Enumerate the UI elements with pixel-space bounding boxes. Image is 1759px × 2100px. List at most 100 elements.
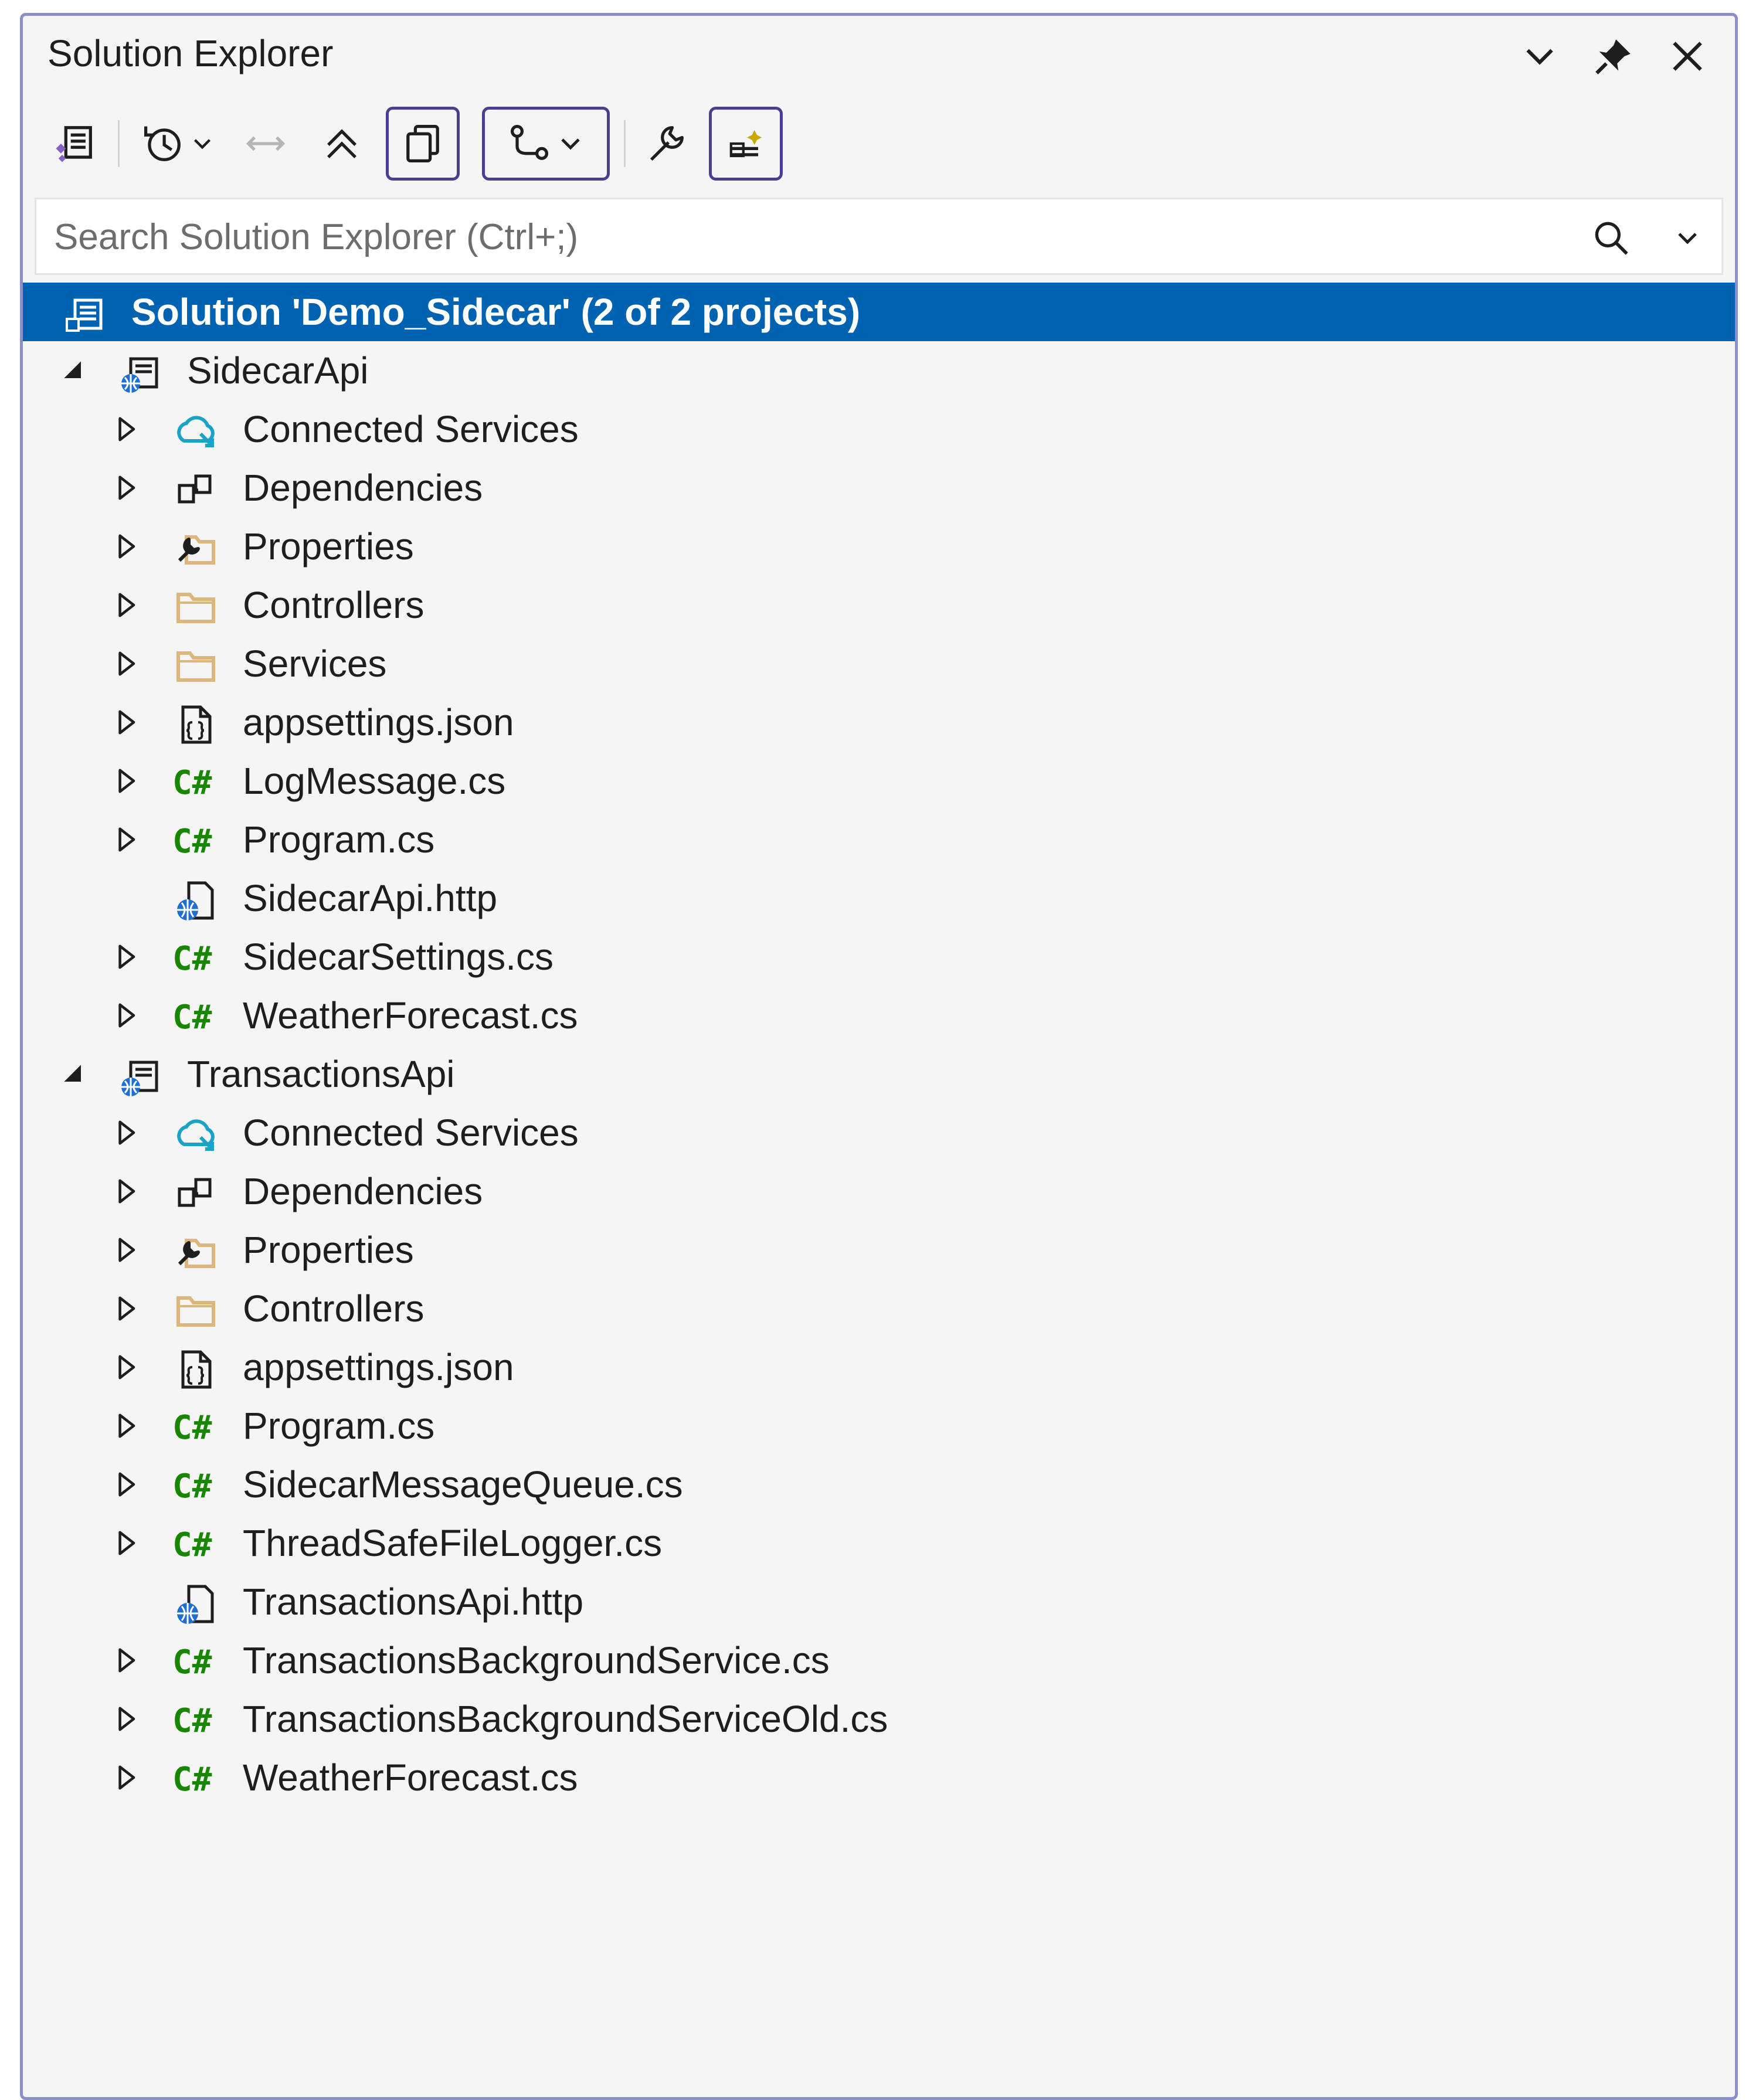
collapsed-triangle-icon[interactable] bbox=[111, 1704, 141, 1734]
collapsed-triangle-icon[interactable] bbox=[111, 1528, 141, 1558]
search-options-chevron-icon[interactable] bbox=[1671, 222, 1704, 257]
tree-item[interactable]: SidecarApi.http bbox=[23, 869, 1735, 927]
collapsed-triangle-icon[interactable] bbox=[111, 1235, 141, 1265]
tree-item[interactable]: appsettings.json bbox=[23, 1338, 1735, 1396]
collapsed-triangle-icon[interactable] bbox=[111, 1000, 141, 1031]
tree-item[interactable]: Properties bbox=[23, 1221, 1735, 1279]
properties-wrench-icon[interactable] bbox=[634, 107, 698, 181]
tree-item-label: appsettings.json bbox=[243, 1346, 514, 1388]
tree-item[interactable]: Controllers bbox=[23, 1279, 1735, 1338]
csharp-icon: C# bbox=[172, 764, 212, 802]
collapsed-triangle-icon[interactable] bbox=[111, 473, 141, 503]
expanded-triangle-icon[interactable] bbox=[58, 355, 89, 386]
collapsed-triangle-icon[interactable] bbox=[111, 590, 141, 620]
tree-item-label: Properties bbox=[243, 525, 414, 568]
collapsed-triangle-icon[interactable] bbox=[111, 942, 141, 972]
tree-item-label: Dependencies bbox=[243, 467, 483, 509]
tree-item[interactable]: Connected Services bbox=[23, 400, 1735, 458]
git-branch-filter-icon[interactable] bbox=[482, 107, 610, 181]
expanded-triangle-icon[interactable] bbox=[58, 1059, 89, 1089]
tree-item-label: SidecarMessageQueue.cs bbox=[243, 1463, 683, 1506]
project-node[interactable]: TransactionsApi bbox=[23, 1045, 1735, 1103]
csharp-icon: C# bbox=[172, 1467, 212, 1506]
tree-item[interactable]: Properties bbox=[23, 517, 1735, 576]
csharp-icon: C# bbox=[172, 823, 212, 861]
collapsed-triangle-icon[interactable] bbox=[111, 1352, 141, 1382]
collapsed-triangle-icon[interactable] bbox=[111, 1293, 141, 1324]
folder-icon bbox=[172, 643, 219, 689]
search-icon[interactable] bbox=[1589, 216, 1634, 263]
tree-item-label: Services bbox=[243, 643, 387, 685]
tree-item[interactable]: C# SidecarMessageQueue.cs bbox=[23, 1455, 1735, 1514]
collapsed-triangle-icon[interactable] bbox=[111, 531, 141, 562]
web-project-icon bbox=[117, 349, 164, 396]
search-box bbox=[35, 198, 1723, 275]
tree-item[interactable]: Services bbox=[23, 634, 1735, 693]
csharp-icon: C# bbox=[172, 1409, 212, 1447]
connected-services-icon bbox=[172, 1112, 219, 1158]
tree-item[interactable]: C# Program.cs bbox=[23, 810, 1735, 869]
tree-item[interactable]: TransactionsApi.http bbox=[23, 1572, 1735, 1631]
history-icon[interactable] bbox=[128, 107, 227, 181]
collapsed-triangle-icon[interactable] bbox=[111, 824, 141, 855]
tree-item[interactable]: Controllers bbox=[23, 576, 1735, 634]
tree-item[interactable]: C# WeatherForecast.cs bbox=[23, 986, 1735, 1045]
tree-item[interactable]: Dependencies bbox=[23, 458, 1735, 517]
tree-item[interactable]: C# SidecarSettings.cs bbox=[23, 927, 1735, 986]
tree-item-label: SidecarApi.http bbox=[243, 877, 498, 919]
web-project-icon bbox=[117, 1053, 164, 1100]
tree-item[interactable]: C# TransactionsBackgroundService.cs bbox=[23, 1631, 1735, 1690]
http-file-icon bbox=[172, 877, 219, 924]
toolbar bbox=[39, 103, 1719, 185]
preview-selected-icon[interactable] bbox=[709, 107, 783, 181]
tree-item-label: WeatherForecast.cs bbox=[243, 1756, 578, 1799]
json-file-icon bbox=[172, 701, 219, 748]
collapsed-triangle-icon[interactable] bbox=[111, 707, 141, 738]
project-node[interactable]: SidecarApi bbox=[23, 341, 1735, 400]
dependencies-icon bbox=[172, 467, 219, 514]
collapsed-triangle-icon[interactable] bbox=[111, 766, 141, 796]
pin-icon[interactable] bbox=[1590, 32, 1638, 80]
csharp-icon: C# bbox=[172, 940, 212, 978]
solution-icon bbox=[61, 291, 108, 338]
collapsed-triangle-icon[interactable] bbox=[111, 1762, 141, 1793]
tree-item[interactable]: appsettings.json bbox=[23, 693, 1735, 752]
json-file-icon bbox=[172, 1346, 219, 1393]
dropdown-chevron-icon[interactable] bbox=[1516, 32, 1564, 80]
collapsed-triangle-icon[interactable] bbox=[111, 1176, 141, 1207]
tree-item[interactable]: C# ThreadSafeFileLogger.cs bbox=[23, 1514, 1735, 1572]
tree-item[interactable]: Dependencies bbox=[23, 1162, 1735, 1221]
tree-item[interactable]: C# WeatherForecast.cs bbox=[23, 1748, 1735, 1807]
tree-item[interactable]: Connected Services bbox=[23, 1103, 1735, 1162]
tree-item[interactable]: C# Program.cs bbox=[23, 1396, 1735, 1455]
switch-views-icon[interactable] bbox=[39, 107, 110, 181]
collapsed-triangle-icon[interactable] bbox=[111, 648, 141, 679]
close-icon[interactable] bbox=[1663, 32, 1712, 80]
collapsed-triangle-icon[interactable] bbox=[111, 1645, 141, 1676]
tree-item-label: TransactionsBackgroundService.cs bbox=[243, 1639, 830, 1681]
title-bar: Solution Explorer bbox=[23, 16, 1735, 92]
show-all-files-icon[interactable] bbox=[386, 107, 460, 181]
collapsed-triangle-icon[interactable] bbox=[111, 414, 141, 444]
collapse-all-icon[interactable] bbox=[304, 107, 380, 181]
tree-item-label: ThreadSafeFileLogger.cs bbox=[243, 1522, 663, 1564]
collapsed-triangle-icon[interactable] bbox=[111, 1411, 141, 1441]
solution-node[interactable]: Solution 'Demo_Sidecar' (2 of 2 projects… bbox=[23, 283, 1735, 341]
tree-item-label: Controllers bbox=[243, 1287, 425, 1330]
tree-item-label: appsettings.json bbox=[243, 701, 514, 743]
tree-item[interactable]: C# LogMessage.cs bbox=[23, 752, 1735, 810]
tree-item[interactable]: C# TransactionsBackgroundServiceOld.cs bbox=[23, 1690, 1735, 1748]
search-input[interactable] bbox=[54, 209, 1461, 265]
csharp-icon: C# bbox=[172, 998, 212, 1037]
panel-title: Solution Explorer bbox=[47, 32, 334, 74]
back-forward-icon[interactable] bbox=[227, 107, 304, 181]
tree-item-label: WeatherForecast.cs bbox=[243, 994, 578, 1037]
collapsed-triangle-icon[interactable] bbox=[111, 1117, 141, 1148]
project-label: SidecarApi bbox=[187, 349, 369, 392]
tree-item-label: Connected Services bbox=[243, 1112, 579, 1154]
csharp-icon: C# bbox=[172, 1643, 212, 1681]
collapsed-triangle-icon[interactable] bbox=[111, 1469, 141, 1500]
csharp-icon: C# bbox=[172, 1761, 212, 1799]
tree-item-label: Dependencies bbox=[243, 1170, 483, 1212]
tree-item-label: Program.cs bbox=[243, 818, 435, 861]
